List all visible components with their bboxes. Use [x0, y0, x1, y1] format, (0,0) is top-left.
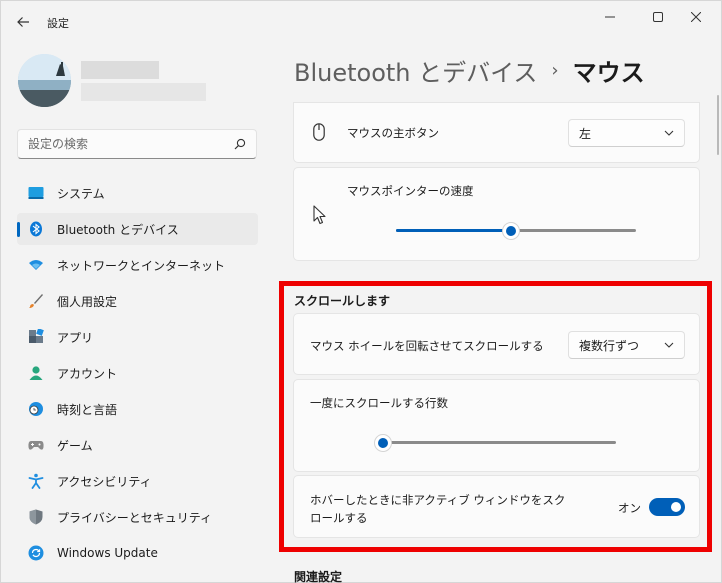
scroll-lines-label: 一度にスクロールする行数 [310, 396, 448, 410]
apps-icon [27, 328, 45, 346]
pointer-speed-thumb[interactable] [502, 222, 520, 240]
scroll-lines-slider[interactable] [374, 434, 616, 452]
clock-globe-icon [27, 400, 45, 418]
page-title: マウス [572, 58, 645, 87]
scroll-lines-card: 一度にスクロールする行数 [293, 379, 700, 472]
close-button[interactable] [673, 1, 719, 33]
sidebar-item-label: システム [57, 186, 105, 201]
primary-button-card: マウスの主ボタン 左 [293, 102, 700, 163]
avatar-photo [18, 54, 71, 107]
sidebar-item-bluetooth[interactable]: Bluetooth とデバイス [17, 213, 258, 245]
sidebar-item-time-language[interactable]: 時刻と言語 [17, 393, 258, 425]
sidebar-item-network[interactable]: ネットワークとインターネット [17, 249, 258, 281]
chevron-down-icon [664, 130, 674, 136]
wheel-scroll-dropdown[interactable]: 複数行ずつ [568, 331, 685, 359]
primary-button-dropdown[interactable]: 左 [568, 119, 685, 147]
sidebar-item-label: アクセシビリティ [57, 474, 152, 489]
sidebar-item-label: Windows Update [57, 546, 158, 560]
app-title: 設定 [47, 17, 69, 30]
system-icon [27, 184, 45, 202]
sidebar-item-label: アカウント [57, 366, 118, 381]
search-icon [234, 138, 246, 150]
sidebar-item-apps[interactable]: アプリ [17, 321, 258, 353]
minimize-button[interactable] [587, 1, 633, 33]
sidebar-item-personalization[interactable]: 個人用設定 [17, 285, 258, 317]
settings-window: 設定 設定の検索 システム Bluetooth とデバイス ネットワークとインタ… [0, 0, 722, 583]
section-title-scroll: スクロールします [294, 294, 391, 308]
wifi-icon [27, 256, 45, 274]
sidebar-item-gaming[interactable]: ゲーム [17, 429, 258, 461]
inactive-scroll-card: ホバーしたときに非アクティブ ウィンドウをスク ロールする オン [293, 475, 700, 538]
search-input[interactable] [28, 137, 218, 151]
minimize-icon [605, 16, 615, 18]
brush-icon [27, 292, 45, 310]
inactive-scroll-label: ホバーしたときに非アクティブ ウィンドウをスク ロールする [310, 491, 565, 527]
sidebar-item-accounts[interactable]: アカウント [17, 357, 258, 389]
breadcrumb-parent[interactable]: Bluetooth とデバイス [294, 53, 537, 88]
scroll-lines-thumb[interactable] [374, 434, 392, 452]
primary-button-value: 左 [579, 126, 592, 141]
sidebar-nav: システム Bluetooth とデバイス ネットワークとインターネット 個人用設… [17, 177, 258, 573]
sidebar-item-label: アプリ [57, 330, 94, 345]
pointer-speed-fill [396, 229, 511, 232]
primary-button-label: マウスの主ボタン [347, 126, 439, 140]
breadcrumb: Bluetooth とデバイス › マウス [294, 53, 645, 87]
section-title-related: 関連設定 [294, 570, 343, 583]
wheel-scroll-value: 複数行ずつ [579, 338, 640, 353]
pointer-speed-label: マウスポインターの速度 [347, 184, 474, 198]
scroll-lines-track [376, 441, 616, 444]
inactive-scroll-label-line1: ホバーしたときに非アクティブ ウィンドウをスク [310, 493, 566, 507]
sidebar-item-label: 時刻と言語 [57, 402, 118, 417]
shield-icon [27, 508, 45, 526]
sidebar-item-label: ゲーム [57, 438, 93, 453]
account-icon [27, 364, 45, 382]
inactive-scroll-toggle[interactable] [649, 498, 685, 516]
pointer-speed-card: マウスポインターの速度 [293, 167, 700, 261]
title-bar: 設定 [1, 1, 721, 41]
bluetooth-icon [27, 220, 45, 238]
sidebar-item-label: 個人用設定 [57, 294, 118, 309]
sidebar-item-windows-update[interactable]: Windows Update [17, 537, 258, 569]
cursor-icon [313, 205, 326, 225]
maximize-icon [653, 12, 663, 22]
back-arrow-icon [17, 17, 29, 27]
pointer-speed-slider[interactable] [396, 222, 636, 240]
back-button[interactable] [11, 10, 35, 34]
sidebar-item-accessibility[interactable]: アクセシビリティ [17, 465, 258, 497]
avatar[interactable] [18, 54, 71, 107]
wheel-scroll-card: マウス ホイールを回転させてスクロールする 複数行ずつ [293, 313, 700, 375]
inactive-scroll-label-line2: ロールする [310, 511, 368, 525]
wheel-scroll-label: マウス ホイールを回転させてスクロールする [310, 339, 544, 353]
main-scrollbar[interactable] [717, 95, 719, 155]
sidebar-item-system[interactable]: システム [17, 177, 258, 209]
sidebar-item-label: プライバシーとセキュリティ [57, 510, 213, 525]
mouse-icon [313, 123, 325, 141]
sidebar-item-label: ネットワークとインターネット [57, 258, 226, 273]
gamepad-icon [27, 436, 45, 454]
sidebar-item-label: Bluetooth とデバイス [57, 222, 179, 237]
chevron-down-icon [664, 342, 674, 348]
accessibility-icon [27, 472, 45, 490]
toggle-state-label: オン [618, 501, 641, 515]
update-icon [27, 544, 45, 562]
search-box[interactable] [17, 129, 257, 159]
close-icon [691, 12, 701, 22]
breadcrumb-separator: › [551, 59, 559, 81]
sidebar-item-privacy[interactable]: プライバシーとセキュリティ [17, 501, 258, 533]
